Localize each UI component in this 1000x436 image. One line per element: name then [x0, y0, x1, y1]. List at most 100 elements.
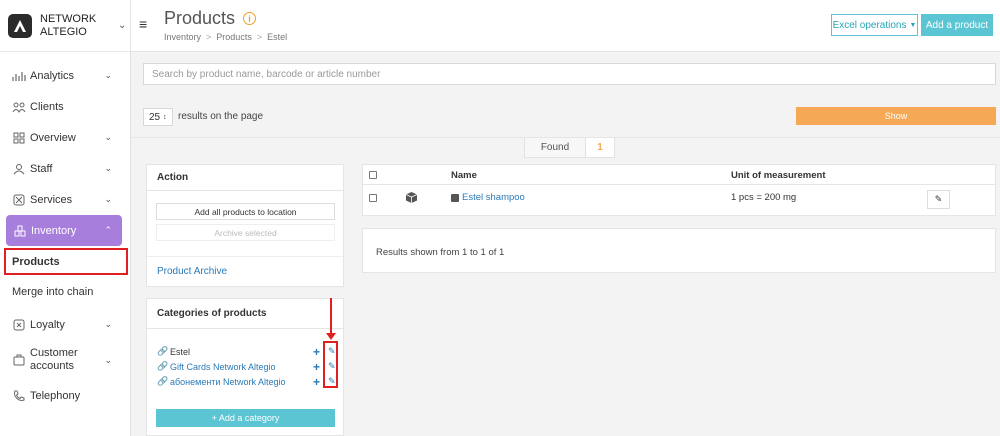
sidebar-item-label: Analytics	[30, 69, 75, 82]
select-all-checkbox[interactable]	[369, 171, 377, 179]
category-name[interactable]: Gift Cards Network Altegio	[170, 362, 276, 372]
overview-icon	[12, 131, 26, 145]
link-icon: 🔗	[157, 361, 169, 371]
found-count: 1	[586, 138, 615, 158]
breadcrumb: Inventory > Products > Estel	[164, 32, 287, 42]
categories-panel: Categories of products 🔗 Estel + ✎ 🔗 Gif…	[146, 298, 344, 436]
page-header: ≡ Products i Inventory > Products > Este…	[131, 0, 1000, 52]
annotation-arrow-head	[326, 333, 336, 340]
brand-name: NETWORK ALTEGIO	[40, 12, 97, 38]
row-checkbox[interactable]	[369, 194, 377, 202]
page-title: Products	[164, 8, 236, 28]
add-category-button[interactable]: + Add a category	[156, 409, 335, 427]
inventory-icon	[13, 224, 27, 238]
search-input[interactable]: Search by product name, barcode or artic…	[143, 63, 996, 85]
add-subcategory-icon[interactable]: +	[313, 376, 320, 388]
loyalty-icon	[12, 318, 26, 332]
sidebar-item-label: Telephony	[30, 389, 81, 402]
sidebar-subitem-merge-into-chain[interactable]: Merge into chain	[0, 275, 130, 309]
action-panel: Action Add all products to location Arch…	[146, 164, 344, 287]
column-header-unit: Unit of measurement	[731, 170, 826, 181]
pagination-bar: 25 ↕ results on the page Show	[131, 95, 1000, 138]
breadcrumb-separator: >	[206, 32, 212, 42]
services-icon	[12, 193, 26, 207]
phone-icon	[12, 389, 26, 403]
info-icon[interactable]: i	[243, 12, 257, 25]
add-product-button[interactable]: Add a product	[921, 14, 993, 36]
action-panel-title: Action	[147, 165, 343, 191]
analytics-icon	[12, 69, 26, 83]
sidebar-item-label: Inventory	[31, 224, 77, 237]
product-archive-link[interactable]: Product Archive	[157, 266, 227, 277]
sidebar-item-loyalty[interactable]: Loyalty ⌄	[0, 309, 130, 340]
product-link[interactable]: Estel shampoo	[451, 192, 525, 203]
add-subcategory-icon[interactable]: +	[313, 346, 320, 358]
add-subcategory-icon[interactable]: +	[313, 361, 320, 373]
staff-icon	[12, 162, 26, 176]
breadcrumb-item[interactable]: Inventory	[164, 32, 201, 42]
table-header: Name Unit of measurement	[363, 165, 995, 185]
sidebar-item-customer-accounts[interactable]: Customer accounts ⌄	[0, 340, 130, 380]
sidebar-item-label: Loyalty	[30, 318, 65, 331]
category-list: 🔗 Estel + ✎ 🔗 Gift Cards Network Altegio…	[157, 344, 336, 389]
chevron-down-icon: ⌄	[104, 354, 112, 365]
product-name: Estel shampoo	[462, 192, 525, 203]
sidebar-item-telephony[interactable]: Telephony	[0, 380, 130, 411]
column-header-name[interactable]: Name	[451, 170, 477, 181]
archive-selected-button[interactable]: Archive selected	[156, 224, 335, 241]
breadcrumb-separator: >	[256, 32, 263, 42]
chevron-down-icon: ⌄	[104, 319, 112, 329]
sidebar-item-services[interactable]: Services ⌄	[0, 184, 130, 215]
annotation-arrow	[330, 298, 332, 338]
chevron-down-icon: ⌄	[104, 70, 112, 80]
excel-operations-button[interactable]: Excel operations ▼	[831, 14, 918, 36]
sidebar-item-label: Staff	[30, 162, 53, 175]
categories-panel-title: Categories of products	[147, 299, 343, 329]
category-name[interactable]: абонементи Network Altegio	[170, 377, 285, 387]
sidebar-item-inventory[interactable]: Inventory ⌃	[6, 215, 122, 246]
chevron-up-icon: ⌃	[104, 225, 112, 235]
products-table: Name Unit of measurement Estel shampoo 1…	[362, 164, 996, 216]
sidebar-item-analytics[interactable]: Analytics ⌄	[0, 60, 130, 91]
category-row: 🔗 абонементи Network Altegio + ✎	[157, 374, 336, 389]
sidebar-item-staff[interactable]: Staff ⌄	[0, 153, 130, 184]
box-icon	[405, 191, 418, 207]
category-row: 🔗 Gift Cards Network Altegio + ✎	[157, 359, 336, 374]
clients-icon	[12, 100, 26, 114]
link-icon: 🔗	[157, 376, 169, 386]
sidebar-item-label: Overview	[30, 131, 76, 144]
per-page-select[interactable]: 25 ↕	[143, 108, 173, 126]
category-row: 🔗 Estel + ✎	[157, 344, 336, 359]
add-all-products-button[interactable]: Add all products to location	[156, 203, 335, 220]
sidebar: NETWORK ALTEGIO ⌄ Analytics ⌄ Clients Ov…	[0, 0, 131, 436]
sidebar-item-label: Clients	[30, 100, 64, 113]
caret-down-icon: ▼	[909, 21, 917, 29]
customer-accounts-icon	[12, 353, 26, 367]
per-page-value: 25	[149, 111, 161, 123]
edit-product-button[interactable]: ✎	[927, 190, 950, 209]
hamburger-menu-icon[interactable]: ≡	[139, 16, 147, 32]
sidebar-item-label: Services	[30, 193, 73, 206]
sidebar-item-overview[interactable]: Overview ⌄	[0, 122, 130, 153]
excel-operations-label: Excel operations	[832, 19, 907, 31]
results-summary: Results shown from 1 to 1 of 1	[362, 228, 996, 273]
select-arrows-icon: ↕	[163, 113, 167, 121]
found-label: Found	[524, 138, 586, 158]
breadcrumb-item[interactable]: Products	[216, 32, 252, 42]
panel-divider	[147, 256, 343, 257]
product-unit: 1 pcs = 200 mg	[731, 192, 797, 203]
sidebar-item-clients[interactable]: Clients	[0, 91, 130, 122]
pencil-icon: ✎	[934, 194, 943, 204]
chevron-down-icon: ⌄	[104, 163, 112, 173]
category-name[interactable]: Estel	[170, 347, 190, 357]
annotation-highlight-box	[323, 341, 338, 388]
sidebar-item-label: Customer accounts	[30, 347, 78, 372]
breadcrumb-item: Estel	[267, 32, 288, 42]
brand-switcher[interactable]: NETWORK ALTEGIO ⌄	[0, 0, 130, 52]
link-icon: 🔗	[157, 346, 169, 356]
sidebar-subitem-products[interactable]: Products	[4, 248, 128, 275]
product-category-icon	[451, 193, 459, 202]
chevron-down-icon: ⌄	[118, 20, 127, 31]
chevron-down-icon: ⌄	[104, 132, 112, 142]
show-button[interactable]: Show	[796, 107, 996, 125]
